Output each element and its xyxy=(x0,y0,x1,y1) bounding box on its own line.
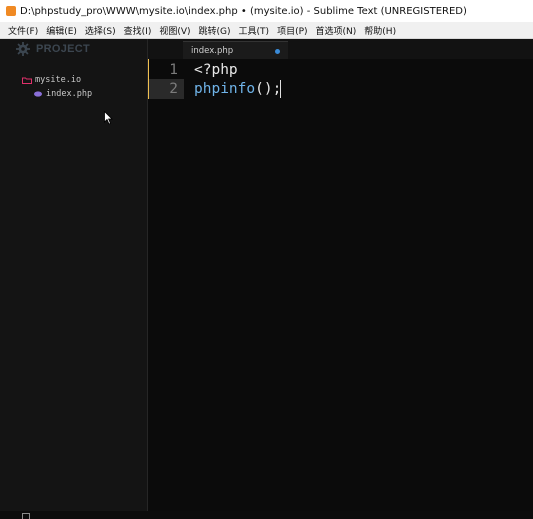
code-token: phpinfo xyxy=(194,81,256,97)
menu-preferences[interactable]: 首选项(N) xyxy=(312,24,361,37)
menu-goto[interactable]: 跳转(G) xyxy=(195,24,235,37)
tab-index-php[interactable]: index.php xyxy=(183,41,288,60)
menu-bar: 文件(F) 编辑(E) 选择(S) 查找(I) 视图(V) 跳转(G) 工具(T… xyxy=(0,22,533,39)
code-line: 2 phpinfo(); xyxy=(148,80,533,98)
line-number: 1 xyxy=(169,62,178,78)
code-token: (); xyxy=(255,81,282,97)
text-caret xyxy=(280,80,281,98)
tab-label: index.php xyxy=(191,46,234,56)
code-text: phpinfo(); xyxy=(194,80,281,98)
tree-file-label: index.php xyxy=(46,89,93,99)
menu-find[interactable]: 查找(I) xyxy=(120,24,156,37)
title-bar: D:\phpstudy_pro\WWW\mysite.io\index.php … xyxy=(0,0,533,22)
tree-folder-mysite[interactable]: mysite.io xyxy=(0,73,147,87)
menu-file[interactable]: 文件(F) xyxy=(0,24,42,37)
sublime-window: D:\phpstudy_pro\WWW\mysite.io\index.php … xyxy=(0,0,533,519)
project-sidebar: PROJECT mysite.io index.php xyxy=(0,39,148,519)
mouse-pointer-icon xyxy=(104,111,113,125)
code-token: <?php xyxy=(194,62,238,78)
code-editor[interactable]: 1 <?php 2 phpinfo(); xyxy=(148,59,533,519)
panel-toggle-icon[interactable] xyxy=(22,513,30,519)
folder-icon xyxy=(22,77,32,84)
menu-help[interactable]: 帮助(H) xyxy=(360,24,400,37)
php-file-icon xyxy=(34,91,42,97)
sidebar-header: PROJECT xyxy=(0,39,147,59)
sublime-app-icon xyxy=(6,6,16,16)
gear-icon xyxy=(16,42,30,56)
menu-project[interactable]: 项目(P) xyxy=(273,24,311,37)
file-tree: mysite.io index.php xyxy=(0,73,147,101)
tab-bar: index.php xyxy=(148,39,533,60)
tree-file-index[interactable]: index.php xyxy=(0,87,147,101)
code-text: <?php xyxy=(194,61,238,79)
menu-view[interactable]: 视图(V) xyxy=(155,24,194,37)
sidebar-title: PROJECT xyxy=(36,43,91,55)
unsaved-dot-icon[interactable] xyxy=(275,48,280,54)
menu-selection[interactable]: 选择(S) xyxy=(81,24,120,37)
status-bar xyxy=(0,511,533,519)
menu-edit[interactable]: 编辑(E) xyxy=(42,24,81,37)
menu-tools[interactable]: 工具(T) xyxy=(235,24,274,37)
tree-folder-label: mysite.io xyxy=(35,75,82,85)
line-number: 2 xyxy=(169,81,178,97)
code-line: 1 <?php xyxy=(148,61,533,79)
window-title: D:\phpstudy_pro\WWW\mysite.io\index.php … xyxy=(20,5,467,17)
